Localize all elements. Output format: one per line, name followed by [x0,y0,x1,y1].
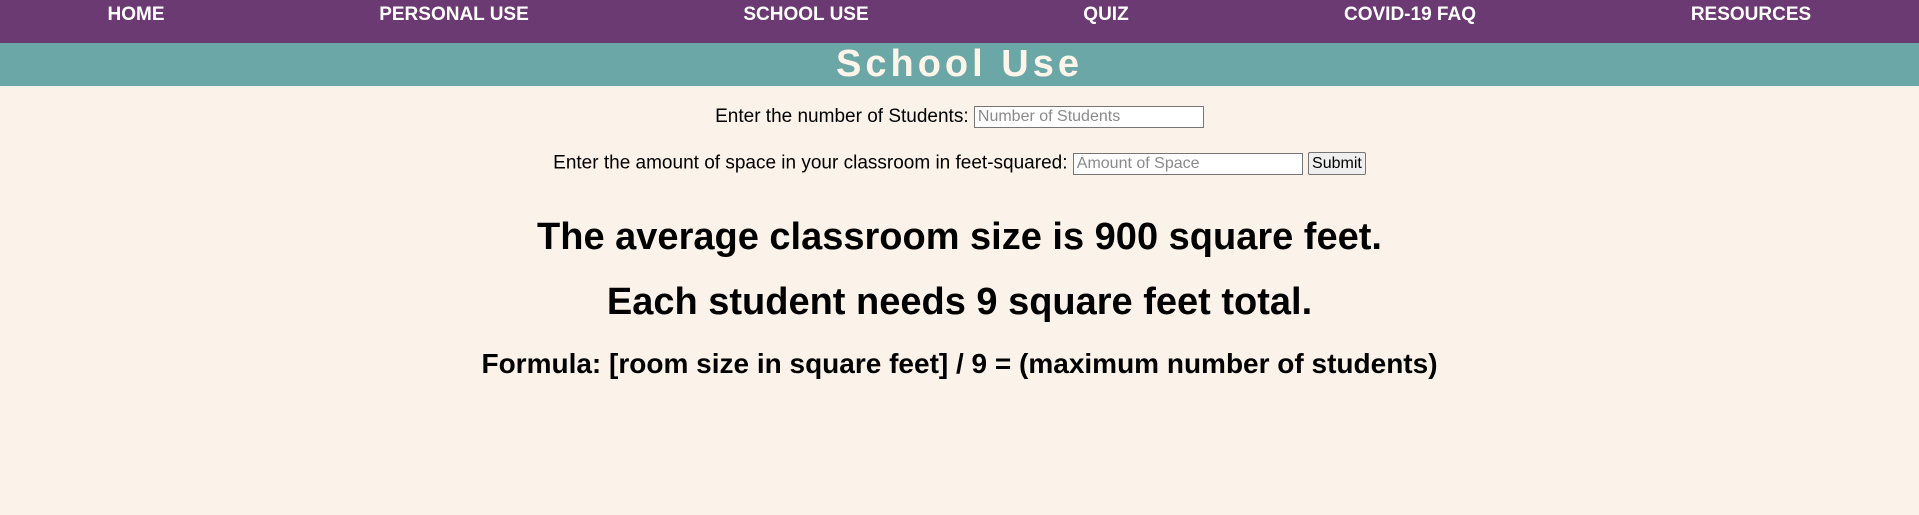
nav-link-covid-faq[interactable]: COVID-19 FAQ [1344,0,1476,30]
page-banner: School Use [0,43,1919,86]
page-title: School Use [836,43,1083,85]
nav-link-quiz[interactable]: QUIZ [1083,0,1128,30]
per-student-heading: Each student needs 9 square feet total. [606,281,1313,323]
nav-link-home[interactable]: HOME [108,0,165,30]
submit-button[interactable]: Submit [1308,152,1366,175]
students-row: Enter the number of Students: [0,106,1919,128]
average-size-heading: The average classroom size is 900 square… [537,216,1382,258]
space-input[interactable] [1072,152,1303,175]
nav-link-personal-use[interactable]: PERSONAL USE [379,0,529,30]
nav-link-resources[interactable]: RESOURCES [1691,0,1811,30]
space-label: Enter the amount of space in your classr… [553,152,1068,174]
formula-heading: Formula: [room size in square feet] / 9 … [481,348,1438,379]
nav-link-school-use[interactable]: SCHOOL USE [743,0,868,30]
top-nav: HOME PERSONAL USE SCHOOL USE QUIZ COVID-… [0,0,1919,43]
space-row: Enter the amount of space in your classr… [0,152,1919,175]
students-label: Enter the number of Students: [715,106,969,127]
students-input[interactable] [973,106,1204,128]
